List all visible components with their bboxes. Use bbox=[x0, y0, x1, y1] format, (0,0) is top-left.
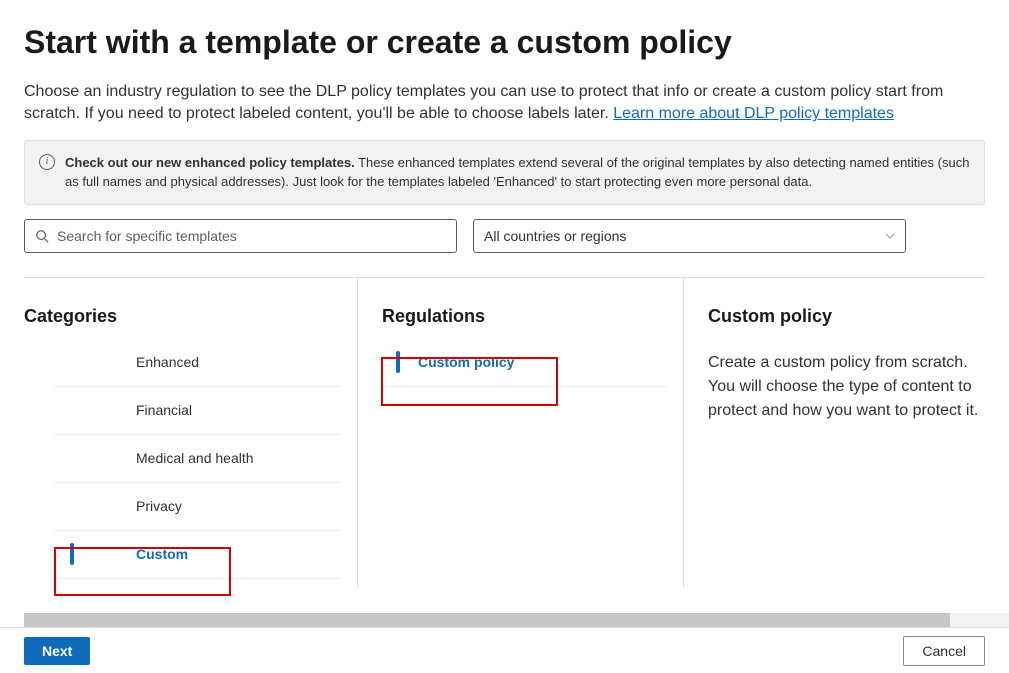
chevron-down-icon bbox=[885, 231, 895, 241]
category-label: Privacy bbox=[136, 498, 182, 514]
info-banner-text: Check out our new enhanced policy templa… bbox=[65, 153, 970, 192]
learn-more-link[interactable]: Learn more about DLP policy templates bbox=[613, 105, 894, 122]
page-title: Start with a template or create a custom… bbox=[24, 24, 985, 61]
scrollbar-thumb[interactable] bbox=[24, 613, 950, 627]
regulations-heading: Regulations bbox=[382, 306, 667, 327]
accent-bar bbox=[70, 543, 74, 565]
scope-select-value: All countries or regions bbox=[484, 228, 626, 244]
categories-list: Enhanced Financial Medical and health Pr… bbox=[24, 339, 341, 579]
info-banner-bold: Check out our new enhanced policy templa… bbox=[65, 155, 355, 170]
categories-heading: Categories bbox=[24, 306, 341, 327]
scope-select[interactable]: All countries or regions bbox=[473, 219, 906, 253]
category-item-custom[interactable]: Custom bbox=[54, 531, 341, 579]
search-box[interactable] bbox=[24, 219, 457, 253]
page-description: Choose an industry regulation to see the… bbox=[24, 81, 985, 126]
info-banner: i Check out our new enhanced policy temp… bbox=[24, 140, 985, 205]
horizontal-scrollbar[interactable] bbox=[24, 613, 1009, 627]
category-label: Medical and health bbox=[136, 450, 254, 466]
detail-body: Create a custom policy from scratch. You… bbox=[708, 351, 985, 423]
category-label: Financial bbox=[136, 402, 192, 418]
detail-title: Custom policy bbox=[708, 306, 985, 327]
category-item-enhanced[interactable]: Enhanced bbox=[54, 339, 341, 387]
regulation-label: Custom policy bbox=[418, 354, 514, 370]
cancel-button[interactable]: Cancel bbox=[903, 636, 985, 666]
accent-bar bbox=[396, 351, 400, 373]
category-item-privacy[interactable]: Privacy bbox=[54, 483, 341, 531]
category-label: Custom bbox=[136, 546, 188, 562]
footer-bar: Next Cancel bbox=[0, 627, 1009, 673]
regulations-list: Custom policy bbox=[382, 339, 667, 387]
regulation-item-custom-policy[interactable]: Custom policy bbox=[382, 339, 667, 387]
search-icon bbox=[35, 229, 49, 243]
category-label: Enhanced bbox=[136, 354, 199, 370]
next-button[interactable]: Next bbox=[24, 637, 90, 665]
search-input[interactable] bbox=[57, 228, 446, 244]
category-item-financial[interactable]: Financial bbox=[54, 387, 341, 435]
info-icon: i bbox=[39, 154, 55, 170]
category-item-medical[interactable]: Medical and health bbox=[54, 435, 341, 483]
